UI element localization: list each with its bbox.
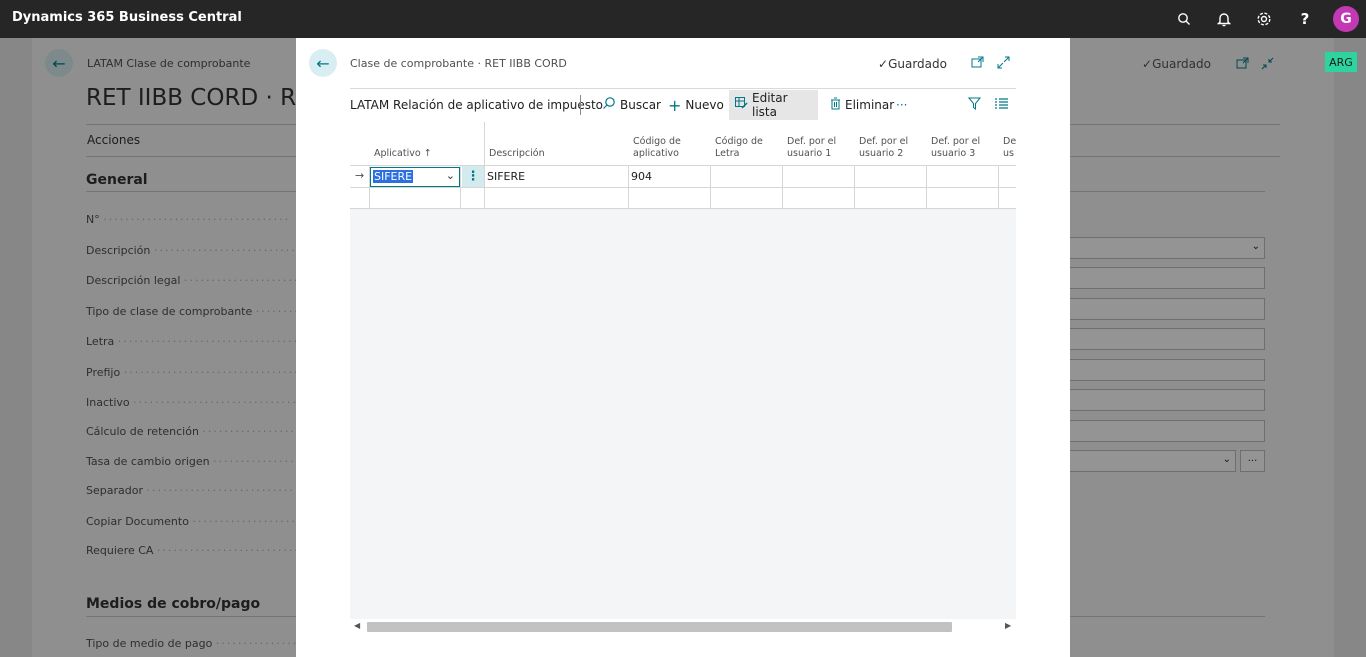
top-bar: Dynamics 365 Business Central ? G — [0, 0, 1366, 38]
col-header-aplicativo[interactable]: Aplicativo ↑ — [374, 148, 432, 160]
scrollbar-thumb[interactable] — [367, 622, 952, 632]
check-icon: ✓ — [878, 57, 889, 71]
current-row-arrow-icon: → — [355, 169, 365, 182]
toolbar-separator — [580, 95, 581, 115]
dialog-divider — [350, 88, 1016, 89]
col-divider — [484, 166, 485, 187]
col-header-def-usuario-4[interactable]: De us — [1003, 136, 1016, 160]
col-header-def-usuario-3[interactable]: Def. por el usuario 3 — [931, 136, 980, 160]
table-row-empty[interactable] — [350, 188, 1016, 209]
open-new-window-icon[interactable] — [969, 54, 985, 70]
col-divider — [926, 166, 927, 187]
delete-button[interactable]: Eliminar — [824, 90, 900, 120]
row-actions-kebab-icon[interactable]: ⋮ — [462, 166, 484, 187]
help-icon[interactable]: ? — [1295, 9, 1315, 29]
col-divider — [782, 166, 783, 187]
dialog: ← Clase de comprobante · RET IIBB CORD ✓… — [296, 38, 1070, 657]
col-header-codigo-letra[interactable]: Código de Letra — [715, 136, 763, 160]
scroll-left-icon[interactable]: ◀ — [354, 621, 360, 630]
codigo-aplicativo-cell[interactable]: 904 — [631, 170, 652, 183]
table-row[interactable]: → SIFERE ⌄ ⋮ SIFERE 904 — [350, 166, 1016, 188]
horizontal-scrollbar[interactable]: ◀ ▶ — [350, 620, 1016, 634]
list-grid: Aplicativo ↑ Descripción Código de aplica… — [350, 122, 1016, 619]
edit-list-label: Editar lista — [752, 91, 788, 119]
edit-list-button[interactable]: Editar lista — [729, 90, 818, 120]
dialog-saved-label: Guardado — [888, 57, 947, 71]
list-title[interactable]: LATAM Relación de aplicativo de impuesto — [350, 98, 603, 112]
more-options-button[interactable]: ··· — [890, 90, 913, 120]
grid-header: Aplicativo ↑ Descripción Código de aplica… — [350, 122, 1016, 166]
bell-icon[interactable] — [1214, 9, 1234, 29]
col-divider — [484, 122, 485, 165]
search-icon — [602, 96, 616, 114]
delete-label: Eliminar — [845, 98, 895, 112]
col-divider — [369, 188, 370, 208]
dialog-saved-status: ✓Guardado — [878, 57, 947, 71]
col-divider — [854, 188, 855, 208]
col-header-def-usuario-2[interactable]: Def. por el usuario 2 — [859, 136, 908, 160]
col-divider — [460, 166, 461, 187]
search-button[interactable]: Buscar — [596, 90, 667, 120]
dialog-back-button[interactable]: ← — [309, 49, 337, 77]
list-icon — [995, 97, 1008, 113]
col-divider — [782, 188, 783, 208]
trash-icon — [830, 97, 841, 114]
edit-list-icon — [735, 97, 748, 113]
col-divider — [854, 166, 855, 187]
avatar[interactable]: G — [1333, 6, 1359, 32]
new-button[interactable]: + Nuevo — [662, 90, 730, 120]
search-icon[interactable] — [1174, 9, 1194, 29]
col-divider — [998, 166, 999, 187]
filter-button[interactable] — [962, 90, 987, 120]
col-header-codigo-aplicativo[interactable]: Código de aplicativo — [633, 136, 681, 160]
aplicativo-cell-value: SIFERE — [373, 170, 414, 183]
col-divider — [628, 188, 629, 208]
list-toolbar: LATAM Relación de aplicativo de impuesto… — [350, 90, 1016, 120]
plus-icon: + — [668, 95, 682, 115]
col-divider — [460, 188, 461, 208]
dialog-breadcrumb: Clase de comprobante · RET IIBB CORD — [350, 57, 567, 70]
col-header-def-usuario-1[interactable]: Def. por el usuario 1 — [787, 136, 836, 160]
filter-icon — [967, 97, 982, 114]
company-badge: ARG — [1325, 52, 1357, 72]
list-view-button[interactable] — [989, 90, 1014, 120]
col-header-descripcion[interactable]: Descripción — [489, 148, 545, 160]
chevron-down-icon[interactable]: ⌄ — [446, 169, 455, 182]
new-label: Nuevo — [685, 98, 724, 112]
gear-icon[interactable] — [1254, 9, 1274, 29]
col-divider — [998, 188, 999, 208]
search-label: Buscar — [620, 98, 661, 112]
col-divider — [710, 166, 711, 187]
aplicativo-cell-input[interactable]: SIFERE ⌄ — [370, 167, 460, 187]
col-divider — [926, 188, 927, 208]
col-divider — [628, 166, 629, 187]
scroll-right-icon[interactable]: ▶ — [1005, 621, 1011, 630]
descripcion-cell[interactable]: SIFERE — [487, 170, 525, 183]
sort-ascending-icon: ↑ — [423, 148, 432, 159]
expand-icon[interactable] — [995, 54, 1011, 70]
col-divider — [710, 188, 711, 208]
col-divider — [484, 188, 485, 208]
app-title[interactable]: Dynamics 365 Business Central — [12, 10, 242, 25]
